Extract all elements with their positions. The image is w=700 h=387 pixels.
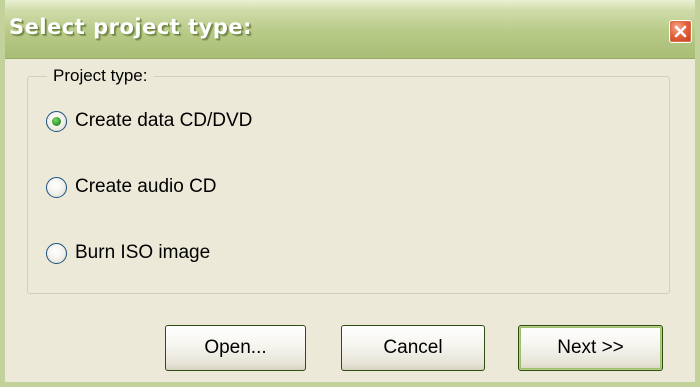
close-icon: [674, 25, 687, 38]
radio-button-checked[interactable]: [46, 110, 67, 132]
open-button[interactable]: Open...: [165, 325, 306, 371]
project-type-group-label: Project type:: [47, 66, 154, 86]
radio-label-burn-iso-image[interactable]: Burn ISO image: [75, 242, 210, 264]
close-button[interactable]: [669, 20, 692, 43]
radio-option-create-audio-cd[interactable]: Create audio CD: [46, 175, 217, 199]
window-title: Select project type:: [9, 15, 253, 39]
radio-selected-dot: [52, 116, 61, 126]
radio-option-create-data-cd-dvd[interactable]: Create data CD/DVD: [46, 109, 252, 133]
title-bar[interactable]: Select project type:: [5, 0, 695, 59]
radio-label-create-data-cd-dvd[interactable]: Create data CD/DVD: [75, 110, 252, 132]
radio-button-unchecked[interactable]: [46, 176, 67, 198]
radio-option-burn-iso-image[interactable]: Burn ISO image: [46, 241, 210, 265]
radio-button-unchecked[interactable]: [46, 242, 67, 264]
next-button[interactable]: Next >>: [518, 325, 663, 371]
radio-label-create-audio-cd[interactable]: Create audio CD: [75, 176, 217, 198]
cancel-button[interactable]: Cancel: [341, 325, 485, 371]
